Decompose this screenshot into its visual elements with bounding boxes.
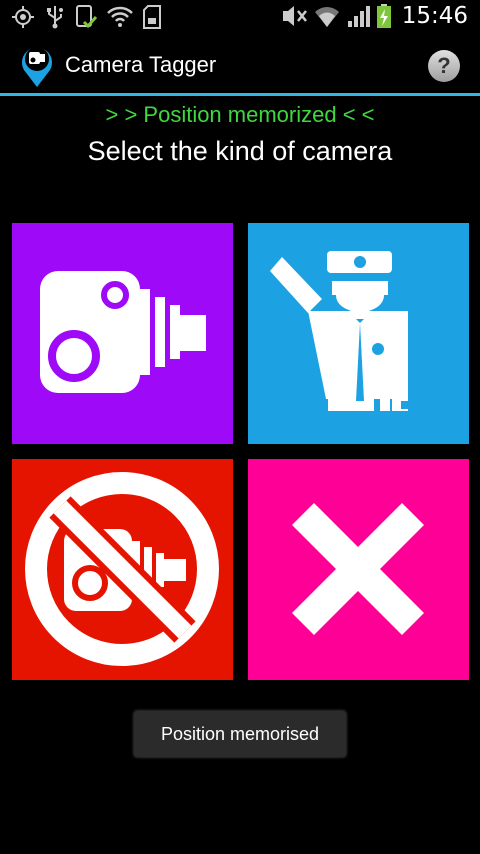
police-control-tile[interactable] <box>248 223 469 444</box>
fixed-speed-camera-tile[interactable] <box>12 223 233 444</box>
close-icon <box>292 503 424 635</box>
app-title: Camera Tagger <box>65 52 217 77</box>
speed-camera-icon <box>40 271 206 393</box>
wifi-question-icon <box>107 6 133 27</box>
cancel-tile[interactable] <box>248 459 469 680</box>
help-button[interactable]: ? <box>428 50 460 82</box>
sd-card-icon <box>143 5 161 29</box>
nfc-mute-icon <box>282 6 307 26</box>
status-bar-notifications <box>10 4 162 30</box>
no-camera-icon <box>25 472 219 666</box>
action-bar-divider <box>0 93 480 96</box>
usb-icon <box>47 6 63 29</box>
cell-signal-icon <box>347 6 370 27</box>
clock: 15:46 <box>401 3 468 29</box>
app-logo-icon[interactable] <box>20 42 54 88</box>
status-bar: 15:46 <box>0 0 480 34</box>
gps-icon <box>12 6 34 28</box>
action-bar: Camera Tagger ? <box>0 34 480 96</box>
no-camera-tile[interactable] <box>12 459 233 680</box>
toast-message: Position memorised <box>134 711 346 757</box>
police-officer-icon <box>270 251 419 411</box>
page-heading: Select the kind of camera <box>87 136 393 166</box>
wifi-signal-icon <box>314 7 339 28</box>
status-message: > > Position memorized < < <box>105 102 375 127</box>
download-done-icon <box>76 5 98 29</box>
status-bar-system: 15:46 <box>280 3 468 29</box>
battery-charging-icon <box>376 4 391 28</box>
